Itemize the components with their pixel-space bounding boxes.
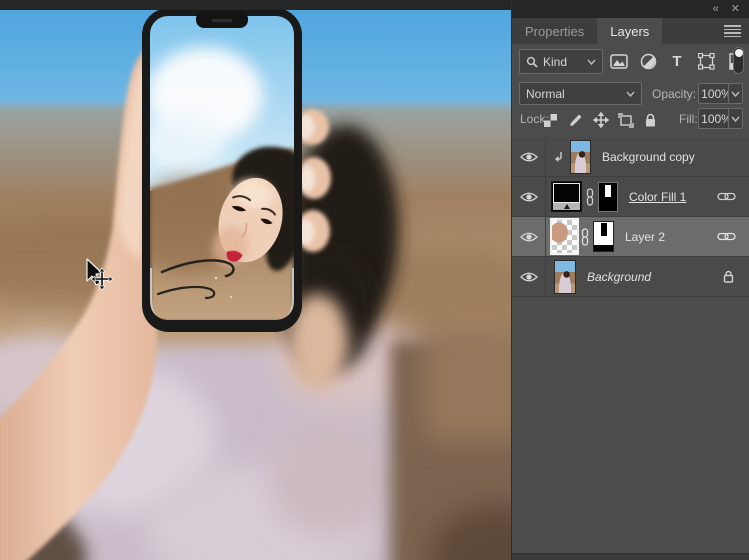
- tab-layers[interactable]: Layers: [597, 18, 663, 44]
- phone-mockup: [142, 10, 302, 332]
- lock-transparency-icon[interactable]: [542, 112, 559, 129]
- filter-kind-label: Kind: [543, 54, 568, 69]
- visibility-toggle[interactable]: [512, 257, 546, 296]
- opacity-dropdown-button[interactable]: [728, 83, 743, 104]
- layers-panel: « ✕ Properties Layers Kind T Normal Opac…: [511, 0, 749, 560]
- chevron-down-icon: [626, 91, 635, 97]
- layer-row-background[interactable]: Background: [512, 257, 749, 297]
- layer-mask-thumbnail[interactable]: [593, 221, 614, 252]
- visibility-toggle[interactable]: [512, 217, 546, 256]
- layer-thumbnail[interactable]: [570, 139, 591, 174]
- panel-titlebar: « ✕: [512, 0, 749, 18]
- layers-list: Background copy Color Fill 1 Layer 2 Bac…: [512, 137, 749, 297]
- filter-shape-layers-icon[interactable]: [696, 52, 716, 72]
- mask-link-icon[interactable]: [581, 227, 589, 246]
- panel-tabbar: Properties Layers: [512, 18, 749, 44]
- clipping-mask-icon: [555, 151, 562, 162]
- collapse-panels-icon[interactable]: «: [713, 3, 719, 15]
- layer-name[interactable]: Color Fill 1: [629, 190, 686, 204]
- filter-type-layers-icon[interactable]: T: [667, 52, 687, 72]
- chevron-down-icon: [731, 91, 740, 97]
- filter-pixel-layers-icon[interactable]: [609, 52, 629, 72]
- close-panel-icon[interactable]: ✕: [731, 3, 740, 15]
- document-canvas[interactable]: [0, 0, 511, 560]
- panel-menu-icon[interactable]: [724, 25, 741, 37]
- layer-row-background-copy[interactable]: Background copy: [512, 137, 749, 177]
- visibility-toggle[interactable]: [512, 137, 546, 176]
- layer-name[interactable]: Layer 2: [625, 230, 665, 244]
- chevron-down-icon: [731, 116, 740, 122]
- layer-thumbnail[interactable]: [554, 259, 576, 294]
- panel-bottom-edge: [512, 553, 749, 560]
- canvas-image[interactable]: [0, 10, 511, 560]
- layer-name[interactable]: Background: [587, 270, 651, 284]
- visibility-toggle[interactable]: [512, 177, 546, 216]
- lock-all-icon[interactable]: [642, 112, 659, 129]
- fill-label: Fill:: [679, 112, 698, 126]
- eye-icon: [519, 272, 538, 281]
- layer-mask-thumbnail[interactable]: [598, 181, 618, 212]
- link-icon: [717, 192, 736, 201]
- lock-artboard-icon[interactable]: [617, 112, 634, 129]
- layer-row-color-fill-1[interactable]: Color Fill 1: [512, 177, 749, 217]
- lock-position-icon[interactable]: [592, 112, 609, 129]
- tab-properties[interactable]: Properties: [512, 18, 597, 44]
- mask-link-icon[interactable]: [586, 187, 594, 206]
- chevron-down-icon: [587, 59, 596, 65]
- fill-layer-thumbnail[interactable]: [551, 181, 582, 212]
- layer-row-layer-2[interactable]: Layer 2: [512, 217, 749, 257]
- fill-dropdown-button[interactable]: [728, 108, 743, 129]
- background-lock-icon[interactable]: [723, 270, 734, 283]
- blend-mode-select[interactable]: Normal: [519, 82, 642, 105]
- filter-toggle-switch[interactable]: [733, 47, 744, 74]
- photoshop-window: « ✕ Properties Layers Kind T Normal Opac…: [0, 0, 749, 560]
- layer-thumbnail[interactable]: [550, 218, 579, 255]
- filter-kind-select[interactable]: Kind: [519, 49, 603, 74]
- opacity-label: Opacity:: [652, 87, 697, 101]
- eye-icon: [519, 192, 538, 201]
- lock-pixels-icon[interactable]: [567, 112, 584, 129]
- blend-mode-value: Normal: [526, 86, 565, 101]
- eye-icon: [519, 152, 538, 161]
- layer-name[interactable]: Background copy: [602, 150, 695, 164]
- eye-icon: [519, 232, 538, 241]
- filter-adjustment-layers-icon[interactable]: [638, 52, 658, 72]
- search-icon: [526, 56, 538, 68]
- link-icon: [717, 232, 736, 241]
